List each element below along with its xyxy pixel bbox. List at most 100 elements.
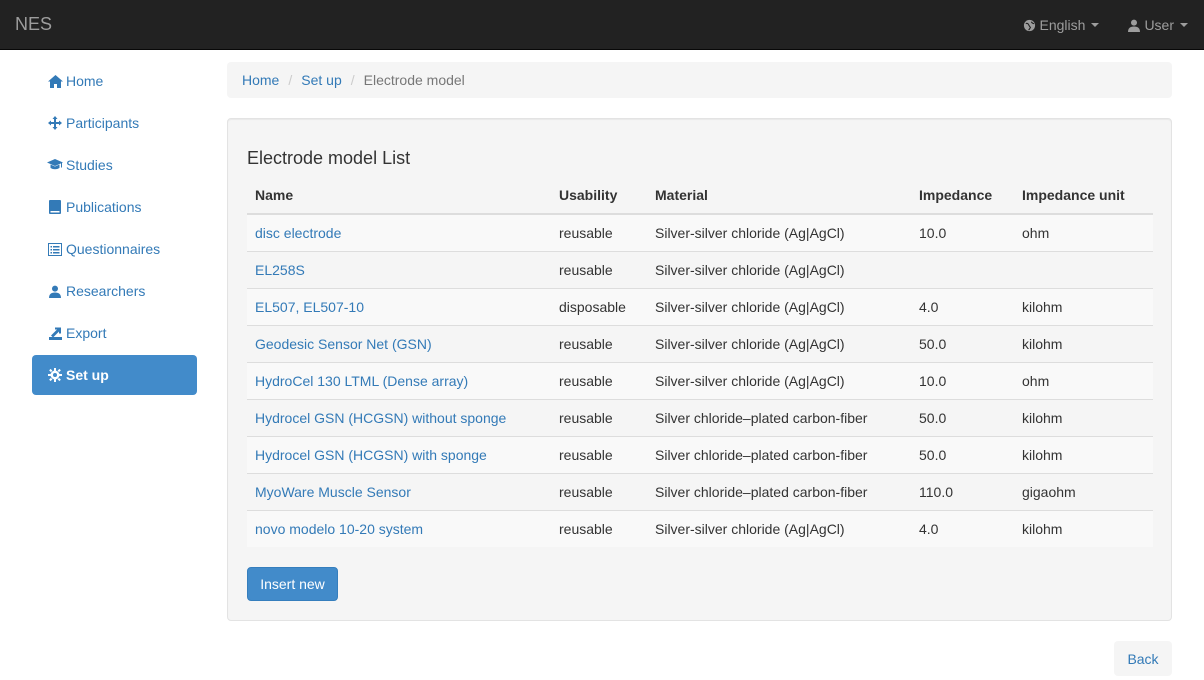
electrode-model-link[interactable]: novo modelo 10-20 system — [255, 521, 423, 537]
chevron-down-icon — [1091, 23, 1100, 27]
sidebar-item-setup[interactable]: Set up — [32, 355, 197, 395]
cell-usability: reusable — [551, 472, 647, 510]
electrode-model-link[interactable]: disc electrode — [255, 225, 341, 241]
cell-impedance: 10.0 — [911, 213, 1014, 251]
top-navbar: NES English User — [0, 0, 1204, 50]
sidebar-item-questionnaires[interactable]: Questionnaires — [32, 229, 197, 269]
user-icon — [1127, 18, 1141, 32]
table-row: novo modelo 10-20 system reusable Silver… — [247, 509, 1153, 547]
page-title: Electrode model List — [247, 148, 411, 168]
breadcrumb-current: Electrode model — [363, 72, 465, 88]
cell-impedance: 4.0 — [911, 509, 1014, 547]
insert-new-button[interactable]: Insert new — [247, 567, 338, 601]
column-header-usability: Usability — [551, 177, 647, 215]
electrode-model-link[interactable]: EL507, EL507-10 — [255, 299, 364, 315]
table-row: Geodesic Sensor Net (GSN) reusable Silve… — [247, 324, 1153, 362]
cell-impedance-unit — [1014, 250, 1153, 288]
cell-usability: reusable — [551, 435, 647, 473]
sidebar-nav: Home Participants Studies Publications Q… — [32, 61, 197, 397]
table-header-row: Name Usability Material Impedance Impeda… — [247, 177, 1153, 215]
table-row: Hydrocel GSN (HCGSN) without sponge reus… — [247, 398, 1153, 436]
breadcrumb: Home / Set up / Electrode model — [227, 62, 1172, 98]
back-button[interactable]: Back — [1114, 641, 1172, 676]
sidebar-item-home[interactable]: Home — [32, 61, 197, 101]
user-icon — [47, 284, 63, 298]
column-header-impedance: Impedance — [911, 177, 1014, 215]
user-label: User — [1144, 17, 1174, 33]
cell-usability: disposable — [551, 287, 647, 325]
breadcrumb-setup-link[interactable]: Set up — [301, 72, 341, 88]
cell-material: Silver-silver chloride (Ag|AgCl) — [647, 213, 911, 251]
cog-icon — [47, 368, 63, 382]
table-row: HydroCel 130 LTML (Dense array) reusable… — [247, 361, 1153, 399]
cell-material: Silver chloride–plated carbon-fiber — [647, 472, 911, 510]
export-icon — [47, 326, 63, 340]
electrode-model-link[interactable]: Geodesic Sensor Net (GSN) — [255, 336, 432, 352]
cell-name: Hydrocel GSN (HCGSN) without sponge — [247, 398, 551, 436]
cell-impedance-unit: ohm — [1014, 213, 1153, 251]
cell-name: Hydrocel GSN (HCGSN) with sponge — [247, 435, 551, 473]
navbar-right: English User — [1008, 0, 1204, 50]
cell-impedance-unit: kilohm — [1014, 509, 1153, 547]
cell-name: novo modelo 10-20 system — [247, 509, 551, 547]
electrode-model-link[interactable]: Hydrocel GSN (HCGSN) without sponge — [255, 410, 506, 426]
cell-impedance-unit: kilohm — [1014, 287, 1153, 325]
cell-impedance-unit: ohm — [1014, 361, 1153, 399]
cell-usability: reusable — [551, 398, 647, 436]
electrode-model-link[interactable]: Hydrocel GSN (HCGSN) with sponge — [255, 447, 487, 463]
cell-usability: reusable — [551, 250, 647, 288]
cell-material: Silver chloride–plated carbon-fiber — [647, 435, 911, 473]
cell-impedance-unit: kilohm — [1014, 435, 1153, 473]
cell-name: EL258S — [247, 250, 551, 288]
cell-impedance: 4.0 — [911, 287, 1014, 325]
table-row: Hydrocel GSN (HCGSN) with sponge reusabl… — [247, 435, 1153, 473]
list-alt-icon — [47, 242, 63, 256]
language-dropdown[interactable]: English — [1008, 0, 1113, 50]
sidebar-item-label: Set up — [66, 367, 109, 383]
cell-impedance-unit: kilohm — [1014, 398, 1153, 436]
breadcrumb-home-link[interactable]: Home — [242, 72, 279, 88]
cell-impedance: 10.0 — [911, 361, 1014, 399]
user-dropdown[interactable]: User — [1112, 0, 1204, 50]
book-icon — [47, 200, 63, 214]
cell-material: Silver-silver chloride (Ag|AgCl) — [647, 287, 911, 325]
column-header-impedance-unit: Impedance unit — [1014, 177, 1153, 215]
cell-usability: reusable — [551, 213, 647, 251]
sidebar-item-label: Home — [66, 73, 104, 89]
cell-usability: reusable — [551, 361, 647, 399]
cell-material: Silver chloride–plated carbon-fiber — [647, 398, 911, 436]
cell-impedance: 50.0 — [911, 398, 1014, 436]
cell-name: MyoWare Muscle Sensor — [247, 472, 551, 510]
cell-material: Silver-silver chloride (Ag|AgCl) — [647, 250, 911, 288]
globe-icon — [1023, 18, 1037, 32]
electrode-model-link[interactable]: MyoWare Muscle Sensor — [255, 484, 411, 500]
sidebar-item-label: Publications — [66, 199, 142, 215]
sidebar-item-researchers[interactable]: Researchers — [32, 271, 197, 311]
sidebar-item-label: Researchers — [66, 283, 146, 299]
cell-name: HydroCel 130 LTML (Dense array) — [247, 361, 551, 399]
table-row: EL507, EL507-10 disposable Silver-silver… — [247, 287, 1153, 325]
electrode-model-link[interactable]: HydroCel 130 LTML (Dense array) — [255, 373, 468, 389]
cell-impedance-unit: gigaohm — [1014, 472, 1153, 510]
sidebar-item-participants[interactable]: Participants — [32, 103, 197, 143]
sidebar-item-label: Export — [66, 325, 107, 341]
cell-name: disc electrode — [247, 213, 551, 251]
cell-impedance: 110.0 — [911, 472, 1014, 510]
sidebar-item-studies[interactable]: Studies — [32, 145, 197, 185]
table-row: disc electrode reusable Silver-silver ch… — [247, 213, 1153, 251]
cell-name: EL507, EL507-10 — [247, 287, 551, 325]
cell-impedance-unit: kilohm — [1014, 324, 1153, 362]
cell-material: Silver-silver chloride (Ag|AgCl) — [647, 361, 911, 399]
sidebar-item-export[interactable]: Export — [32, 313, 197, 353]
table-row: MyoWare Muscle Sensor reusable Silver ch… — [247, 472, 1153, 510]
electrode-model-table: Name Usability Material Impedance Impeda… — [247, 177, 1153, 547]
cell-impedance — [911, 250, 1014, 288]
cell-material: Silver-silver chloride (Ag|AgCl) — [647, 324, 911, 362]
brand-logo[interactable]: NES — [15, 14, 52, 35]
sidebar-item-label: Studies — [66, 157, 113, 173]
move-icon — [47, 116, 63, 130]
electrode-model-link[interactable]: EL258S — [255, 262, 305, 278]
chevron-down-icon — [1180, 23, 1188, 27]
sidebar-item-publications[interactable]: Publications — [32, 187, 197, 227]
cell-name: Geodesic Sensor Net (GSN) — [247, 324, 551, 362]
